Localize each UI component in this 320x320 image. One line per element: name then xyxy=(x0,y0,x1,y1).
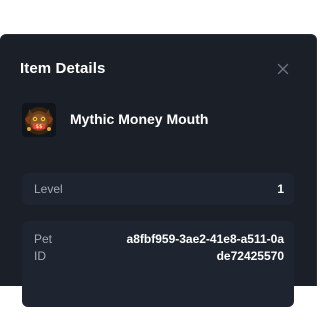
close-icon xyxy=(277,63,289,75)
pet-id-card: Pet ID a8fbf959-3ae2-41e8-a511-0ade72425… xyxy=(22,221,294,307)
pet-id-value: a8fbf959-3ae2-41e8-a511-0ade72425570 xyxy=(126,232,284,263)
item-summary: $$ Mythic Money Mouth xyxy=(22,103,302,137)
close-button[interactable] xyxy=(274,60,292,78)
item-name: Mythic Money Mouth xyxy=(70,111,209,127)
money-mouth-pet-image: $$ xyxy=(22,103,56,137)
pet-id-label: Pet ID xyxy=(34,232,53,263)
level-value: 1 xyxy=(277,182,284,196)
svg-text:$$: $$ xyxy=(36,124,43,130)
dialog-title: Item Details xyxy=(20,60,106,77)
level-card: Level 1 xyxy=(22,173,294,205)
item-details-dialog: Item Details $$ Mythic Money Mouth Level… xyxy=(0,34,317,307)
level-label: Level xyxy=(34,182,63,196)
